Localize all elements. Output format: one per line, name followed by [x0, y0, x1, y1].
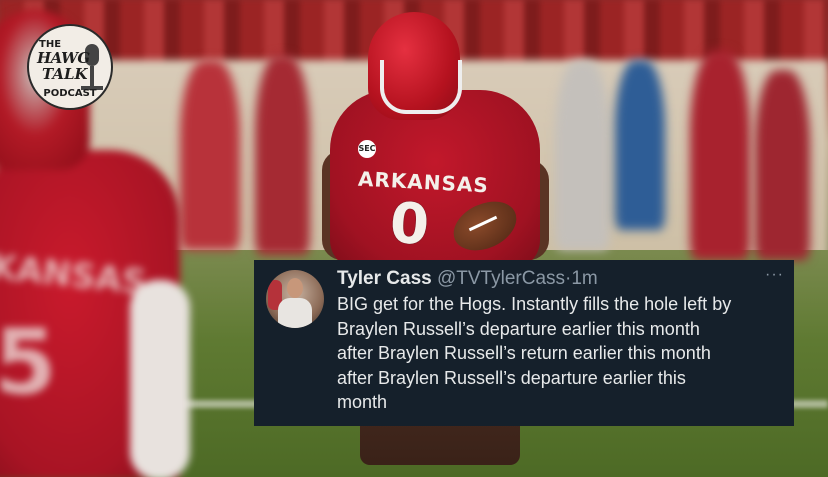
foreground-jersey-number: 5 [0, 310, 57, 415]
tweet-card[interactable]: Tyler Cass @TVTylerCass·1m ··· BIG get f… [254, 260, 794, 426]
sideline-person [555, 60, 610, 250]
hawg-talk-podcast-logo: THE HAWG TALK PODCAST [27, 24, 113, 110]
avatar[interactable] [266, 270, 324, 328]
author-name[interactable]: Tyler Cass [337, 268, 432, 289]
tweet-text: BIG get for the Hogs. Instantly fills th… [337, 294, 732, 412]
more-horizontal-icon[interactable]: ··· [765, 267, 784, 283]
microphone-stand [90, 66, 94, 88]
logo-line-3: TALK [42, 65, 88, 83]
author-handle[interactable]: @TVTylerCass [437, 268, 565, 289]
jersey-number: 0 [387, 190, 432, 259]
tweet-time[interactable]: 1m [571, 268, 597, 289]
tweet-author: Tyler Cass @TVTylerCass·1m [337, 266, 598, 292]
avatar-face [287, 278, 303, 298]
sideline-person [755, 70, 810, 260]
avatar-body [278, 298, 312, 328]
sideline-person [255, 55, 310, 255]
logo-line-4: PODCAST [43, 88, 97, 99]
sideline-person [615, 60, 665, 230]
foreground-arm [130, 280, 190, 477]
sideline-person [690, 50, 750, 260]
sec-patch: SEC [358, 140, 376, 158]
facemask [380, 60, 462, 114]
